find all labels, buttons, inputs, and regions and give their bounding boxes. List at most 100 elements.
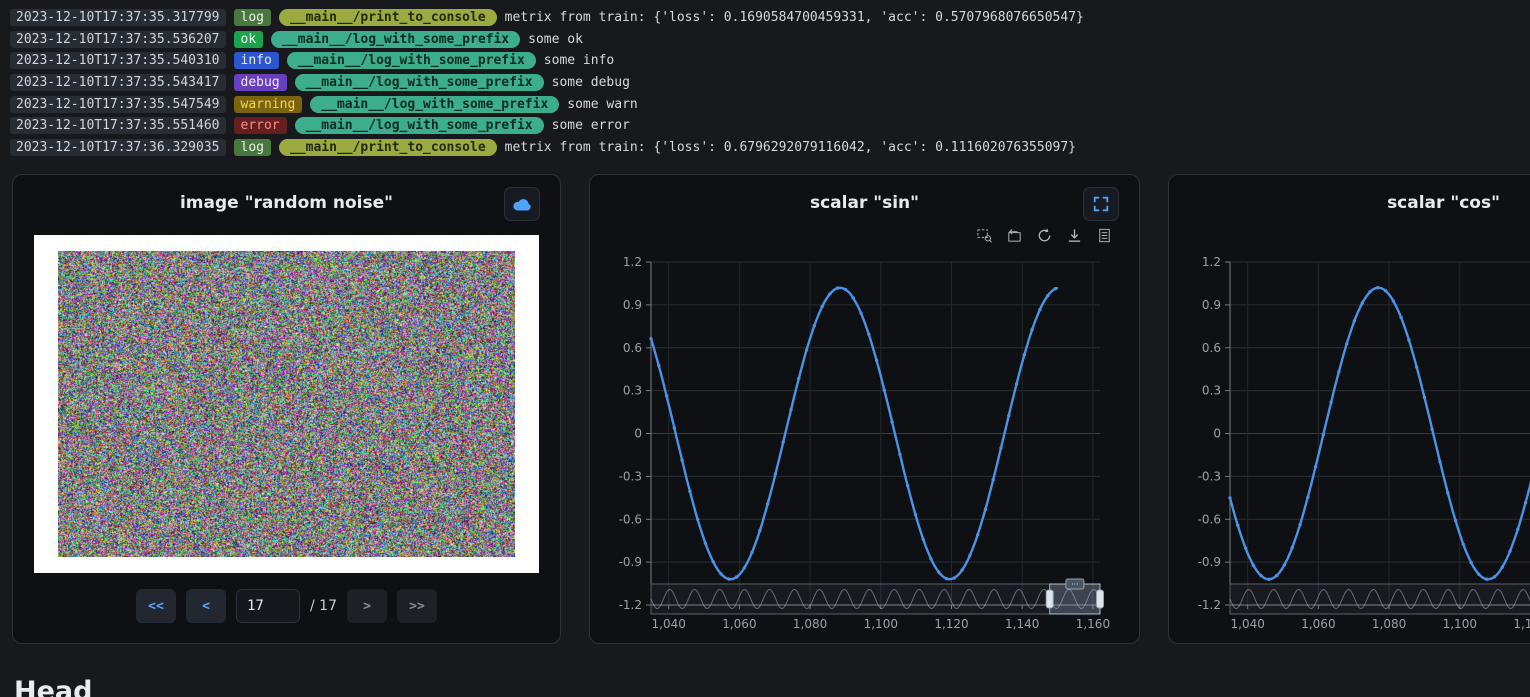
log-source-pill: __main__/log_with_some_prefix [295,117,544,134]
datazoom-slider[interactable]: ··· [1230,579,1530,614]
y-axis-tick-label: 1.2 [623,255,642,269]
log-row: 2023-12-10T17:37:36.329035 log __main__/pr… [10,137,1530,159]
log-level-badge: info [234,52,279,69]
y-axis-tick-label: -1.2 [619,598,642,612]
y-axis-tick-label: -0.9 [1198,555,1221,569]
y-axis-tick-label: -0.3 [619,470,642,484]
sin-chart-card: scalar "sin" 1.2 0.9 0.6 0.3 0 -0.3 -0.6 -0.9 -1… [589,174,1140,644]
cloud-download-icon [512,196,532,212]
restore-icon[interactable] [1036,227,1053,244]
log-row: 2023-12-10T17:37:35.540310 info __main__/l… [10,50,1530,72]
log-message: metrix from train: {'loss': 0.1690584700… [505,10,1084,25]
page-total-label: / 17 [310,598,337,614]
svg-text:···: ··· [1071,580,1079,589]
prev-page-button[interactable]: < [186,589,226,623]
x-axis-tick-label: 1,040 [652,617,686,631]
x-axis-tick-label: 1,080 [793,617,827,631]
last-page-button[interactable]: >> [397,589,437,623]
log-console: 2023-12-10T17:37:35.317799 log __main__/pr… [0,0,1530,164]
image-card-header: image "random noise" [13,175,560,231]
x-axis-tick-label: 1,100 [864,617,898,631]
x-axis-tick-label: 1,060 [1301,617,1335,631]
cos-chart-card: scalar "cos" 1.2 0.9 0.6 0.3 0 -0.3 -0.6 -0.9 -1… [1168,174,1530,644]
cos-card-title: scalar "cos" [1387,193,1500,213]
y-axis-tick-label: -0.9 [619,555,642,569]
y-axis-tick-label: 0 [1213,427,1221,441]
sin-chart[interactable]: 1.2 0.9 0.6 0.3 0 -0.3 -0.6 -0.9 -1.2 1,040 1,060 1… [605,231,1124,635]
dashboard-root: 2023-12-10T17:37:35.317799 log __main__/pr… [0,0,1530,644]
image-pagination: << < / 17 > >> [13,589,560,623]
y-axis-tick-label: 0.6 [1202,341,1221,355]
x-axis-tick-label: 1,100 [1443,617,1477,631]
log-message: some info [544,53,614,68]
log-message: some ok [528,32,583,47]
x-axis-tick-label: 1,120 [1513,617,1530,631]
download-image-button[interactable] [504,187,540,221]
log-message: some error [552,118,630,133]
log-source-pill: __main__/log_with_some_prefix [287,52,536,69]
y-axis-tick-label: 0.6 [623,341,642,355]
x-axis-tick-label: 1,140 [1005,617,1039,631]
sin-card-header: scalar "sin" [590,175,1139,231]
y-axis-tick-label: -0.3 [1198,470,1221,484]
x-axis-tick-label: 1,060 [722,617,756,631]
cards-row: image "random noise" << < / 17 > >> [0,174,1530,644]
log-timestamp: 2023-12-10T17:37:35.540310 [10,52,226,69]
y-axis-tick-label: 0 [634,427,642,441]
fullscreen-icon [1092,195,1110,213]
x-axis-tick-label: 1,040 [1231,617,1265,631]
log-row: 2023-12-10T17:37:35.317799 log __main__/pr… [10,7,1530,29]
image-card: image "random noise" << < / 17 > >> [12,174,561,644]
y-axis-tick-label: 0.9 [1202,298,1221,312]
data-view-icon[interactable] [1096,227,1113,244]
image-card-title: image "random noise" [180,193,393,213]
y-axis-tick-label: 0.9 [623,298,642,312]
log-message: metrix from train: {'loss': 0.6796292079… [505,140,1076,155]
x-axis-tick-label: 1,080 [1372,617,1406,631]
expand-chart-button[interactable] [1083,187,1119,221]
log-message: some debug [552,75,630,90]
log-level-badge: log [234,9,271,26]
log-level-badge: debug [234,74,287,91]
log-level-badge: log [234,139,271,156]
zoom-reset-icon[interactable] [1006,227,1023,244]
cos-card-header: scalar "cos" [1169,175,1530,231]
log-row: 2023-12-10T17:37:35.551460 error __main__/… [10,115,1530,137]
log-timestamp: 2023-12-10T17:37:36.329035 [10,139,226,156]
datazoom-slider[interactable]: ··· [651,579,1104,614]
log-level-badge: ok [234,31,264,48]
page-number-input[interactable] [236,589,300,623]
y-axis-tick-label: 0.3 [623,384,642,398]
y-axis-tick-label: 1.2 [1202,255,1221,269]
y-axis-tick-label: -0.6 [1198,512,1221,526]
section-heading: Head [14,676,92,697]
chart-toolbar [976,227,1113,244]
log-row: 2023-12-10T17:37:35.543417 debug __main__/… [10,72,1530,94]
log-source-pill: __main__/log_with_some_prefix [295,74,544,91]
random-noise-image [58,251,515,557]
y-axis-tick-label: -0.6 [619,512,642,526]
log-timestamp: 2023-12-10T17:37:35.551460 [10,117,226,134]
zoom-select-icon[interactable] [976,227,993,244]
next-page-button[interactable]: > [347,589,387,623]
log-timestamp: 2023-12-10T17:37:35.543417 [10,74,226,91]
datazoom-handle-right[interactable] [1097,590,1104,608]
log-source-pill: __main__/print_to_console [279,9,497,26]
first-page-button[interactable]: << [136,589,176,623]
log-source-pill: __main__/print_to_console [279,139,497,156]
image-frame [34,235,539,573]
x-axis-tick-label: 1,160 [1076,617,1110,631]
datazoom-handle-left[interactable] [1046,590,1053,608]
log-timestamp: 2023-12-10T17:37:35.536207 [10,31,226,48]
log-source-pill: __main__/log_with_some_prefix [310,96,559,113]
sin-card-title: scalar "sin" [810,193,919,213]
log-timestamp: 2023-12-10T17:37:35.317799 [10,9,226,26]
log-row: 2023-12-10T17:37:35.547549warning__main_… [10,93,1530,115]
log-level-badge: error [234,117,287,134]
y-axis-tick-label: -1.2 [1198,598,1221,612]
x-axis-tick-label: 1,120 [934,617,968,631]
y-axis-tick-label: 0.3 [1202,384,1221,398]
download-icon[interactable] [1066,227,1083,244]
cos-chart[interactable]: 1.2 0.9 0.6 0.3 0 -0.3 -0.6 -0.9 -1.2 1,040 1,060 1… [1184,231,1530,635]
log-source-pill: __main__/log_with_some_prefix [271,31,520,48]
